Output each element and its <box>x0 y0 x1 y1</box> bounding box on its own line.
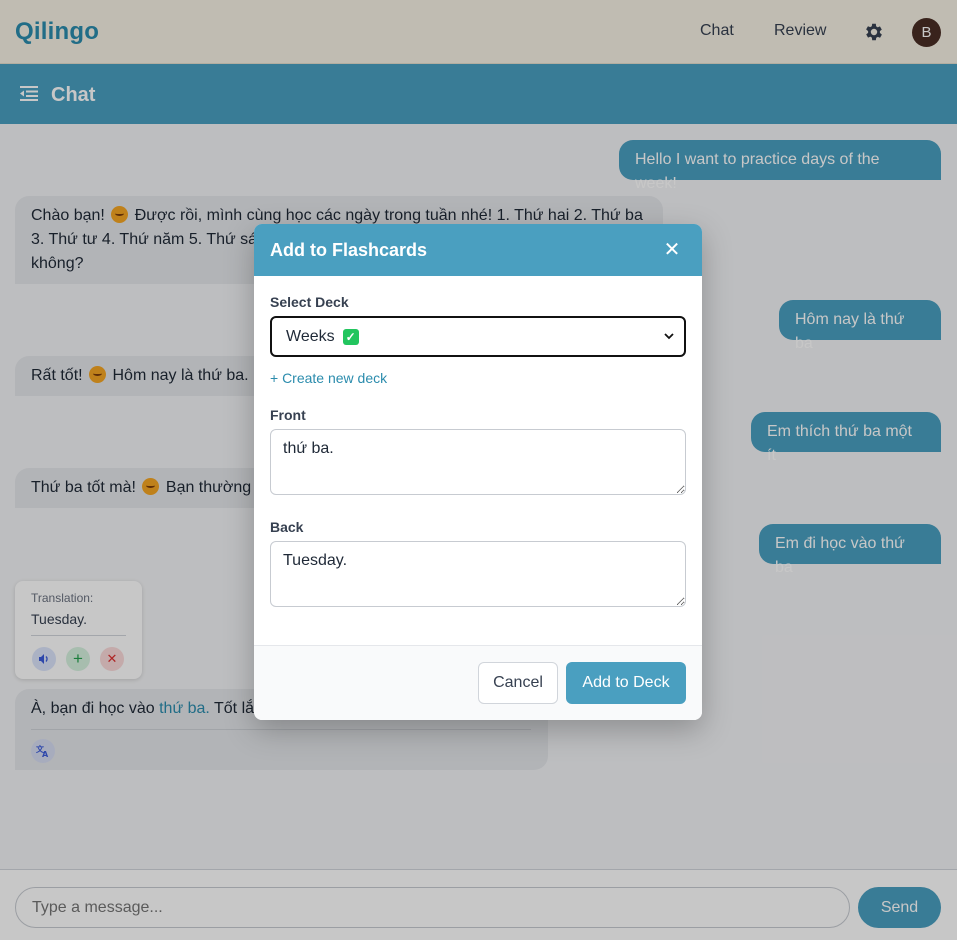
close-icon[interactable]: ✕ <box>661 239 683 261</box>
add-to-deck-button[interactable]: Add to Deck <box>566 662 686 704</box>
cancel-button[interactable]: Cancel <box>478 662 558 704</box>
deck-label: Select Deck <box>270 294 349 310</box>
front-label: Front <box>270 407 306 423</box>
deck-select[interactable]: Weeks ✓ <box>270 316 686 357</box>
chevron-down-icon <box>664 333 674 340</box>
back-label: Back <box>270 519 304 535</box>
modal-title: Add to Flashcards <box>270 240 428 260</box>
check-mark-icon: ✓ <box>342 328 359 345</box>
create-deck-link[interactable]: + Create new deck <box>270 370 387 386</box>
add-to-flashcards-modal: Add to Flashcards ✕ Select Deck Weeks ✓ … <box>254 224 702 720</box>
deck-selected-value: Weeks <box>286 327 335 345</box>
back-field[interactable]: Tuesday. <box>270 541 686 607</box>
front-field[interactable]: thứ ba. <box>270 429 686 495</box>
